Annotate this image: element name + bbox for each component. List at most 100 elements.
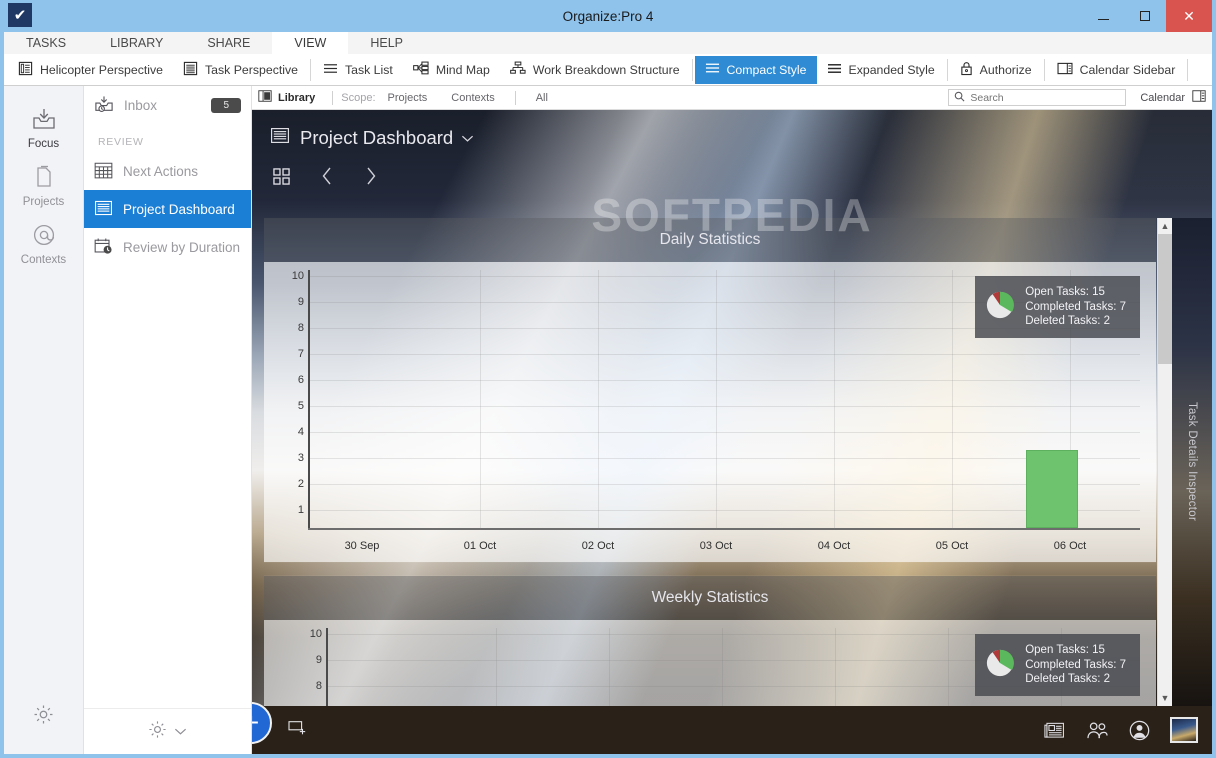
scroll-up-icon[interactable]: ▲ <box>1161 218 1170 234</box>
daily-statistics-legend: Open Tasks: 15 Completed Tasks: 7 Delete… <box>975 276 1140 339</box>
gridline <box>310 354 1140 355</box>
tab-share[interactable]: SHARE <box>185 32 273 54</box>
daily-y-axis <box>308 270 310 530</box>
calendar-sidebar-button[interactable]: Calendar Sidebar <box>1047 56 1186 84</box>
scroll-down-icon[interactable]: ▼ <box>1161 690 1170 706</box>
mind-map-button[interactable]: Mind Map <box>403 56 500 84</box>
gridline <box>310 406 1140 407</box>
scope-item-projects[interactable]: Projects <box>376 92 440 104</box>
tab-tasks[interactable]: TASKS <box>4 32 89 54</box>
gridline <box>310 432 1140 433</box>
bar-06-oct[interactable] <box>1026 450 1078 528</box>
maximize-button[interactable] <box>1124 0 1166 32</box>
x-tick: 02 Oct <box>581 540 615 552</box>
helicopter-perspective-label: Helicopter Perspective <box>40 62 164 77</box>
rail-item-contexts[interactable]: Contexts <box>4 216 84 274</box>
gear-icon <box>33 704 54 728</box>
chevron-down-icon[interactable] <box>461 131 474 146</box>
y-tick: 10 <box>309 628 322 640</box>
rail-item-focus-label: Focus <box>27 138 60 150</box>
close-button[interactable]: ✕ <box>1166 0 1212 32</box>
pie-chart-icon <box>985 648 1015 683</box>
tab-help[interactable]: HELP <box>348 32 426 54</box>
y-tick: 9 <box>297 296 304 308</box>
scrollbar-thumb[interactable] <box>1157 234 1173 364</box>
rail-item-projects[interactable]: Projects <box>4 158 84 216</box>
scope-item-all[interactable]: All <box>524 92 560 104</box>
task-list-label: Task List <box>344 62 393 77</box>
legend-deleted-tasks: Deleted Tasks: 2 <box>1025 673 1111 686</box>
rail-item-contexts-label: Contexts <box>20 254 67 266</box>
helicopter-perspective-button[interactable]: Helicopter Perspective <box>8 56 173 84</box>
library-panel-icon <box>258 90 272 105</box>
sidebar-panel-icon <box>1057 62 1073 78</box>
dashboard-header: Project Dashboard <box>252 110 1212 191</box>
dashboard-lines-icon <box>94 199 113 220</box>
mind-map-icon <box>412 61 429 78</box>
ribbon-divider <box>309 58 311 81</box>
x-tick: 01 Oct <box>463 540 497 552</box>
task-details-inspector-label: Task Details Inspector <box>1186 402 1198 522</box>
task-perspective-button[interactable]: Task Perspective <box>173 56 308 84</box>
application-window: ✔ Organize:Pro 4 ✕ TASKS LIBRARY SHARE V… <box>0 0 1216 758</box>
add-task-button[interactable]: + <box>252 702 272 744</box>
sidebar-item-next-actions[interactable]: Next Actions <box>84 152 251 190</box>
page-title-text: Project Dashboard <box>300 127 454 148</box>
at-sign-icon <box>31 223 57 250</box>
compact-style-button[interactable]: Compact Style <box>694 55 817 84</box>
task-details-inspector[interactable]: Task Details Inspector <box>1172 218 1212 706</box>
grid-view-icon[interactable] <box>273 167 290 190</box>
minimize-button[interactable] <box>1082 0 1124 32</box>
pages-icon <box>31 165 57 192</box>
left-rail: Focus Projects Contexts <box>4 86 84 754</box>
list-document-icon <box>18 61 33 79</box>
legend-deleted-tasks: Deleted Tasks: 2 <box>1025 315 1111 328</box>
sidebar-item-project-dashboard[interactable]: Project Dashboard <box>84 190 251 228</box>
rail-item-focus[interactable]: Focus <box>4 100 84 158</box>
expanded-style-button[interactable]: Expanded Style <box>817 56 945 84</box>
news-icon[interactable] <box>1044 721 1066 740</box>
app-icon: ✔ <box>8 3 32 27</box>
x-tick: 06 Oct <box>1053 540 1087 552</box>
authorize-button[interactable]: Authorize <box>950 56 1042 84</box>
legend-open-tasks: Open Tasks: 15 <box>1025 286 1105 298</box>
new-task-icon[interactable] <box>288 719 308 742</box>
daily-x-axis <box>308 528 1140 530</box>
search-box[interactable] <box>948 89 1127 106</box>
weekly-legend-text: Open Tasks: 15 Completed Tasks: 7 Delete… <box>1025 643 1126 687</box>
calendar-toggle-button[interactable]: Calendar <box>1140 90 1206 105</box>
inbox-tray-icon <box>31 107 57 134</box>
work-breakdown-structure-button[interactable]: Work Breakdown Structure <box>500 56 690 84</box>
hierarchy-icon <box>509 61 526 78</box>
sidebar-item-project-dashboard-label: Project Dashboard <box>123 201 235 217</box>
expanded-lines-icon <box>827 62 842 78</box>
users-icon[interactable] <box>1086 721 1109 740</box>
tab-library[interactable]: LIBRARY <box>88 32 186 54</box>
account-icon[interactable] <box>1129 720 1150 741</box>
sidebar-item-next-actions-label: Next Actions <box>123 163 199 179</box>
task-list-button[interactable]: Task List <box>313 56 403 84</box>
nav-item-inbox[interactable]: Inbox 5 <box>84 86 251 124</box>
rail-settings-button[interactable] <box>4 697 84 736</box>
search-input[interactable] <box>970 91 1121 104</box>
sidebar-item-review-by-duration[interactable]: Review by Duration <box>84 228 251 266</box>
scope-item-contexts[interactable]: Contexts <box>439 92 506 104</box>
tab-view[interactable]: VIEW <box>272 32 349 54</box>
calendar-sidebar-label: Calendar Sidebar <box>1079 62 1176 77</box>
x-tick: 04 Oct <box>817 540 851 552</box>
chevron-down-icon[interactable] <box>174 723 187 741</box>
calendar-clock-icon <box>94 237 113 258</box>
previous-arrow-icon[interactable] <box>320 166 334 191</box>
next-arrow-icon[interactable] <box>364 166 378 191</box>
window-controls: ✕ <box>1082 0 1212 32</box>
gear-icon[interactable] <box>148 720 167 744</box>
y-tick: 10 <box>291 270 304 282</box>
daily-statistics-plot: 10 9 8 7 6 5 4 3 2 1 30 Sep 01 Oct 02 Oc… <box>264 262 1156 562</box>
gridline <box>310 458 1140 459</box>
dashboard-scrollbar[interactable]: ▲ ▼ <box>1157 218 1173 706</box>
ribbon-divider-3 <box>946 58 948 81</box>
scrollbar-track[interactable] <box>1157 234 1173 690</box>
authorize-label: Authorize <box>979 62 1032 77</box>
wallpaper-thumbnail[interactable] <box>1170 717 1198 743</box>
library-button[interactable]: Library <box>258 90 324 105</box>
